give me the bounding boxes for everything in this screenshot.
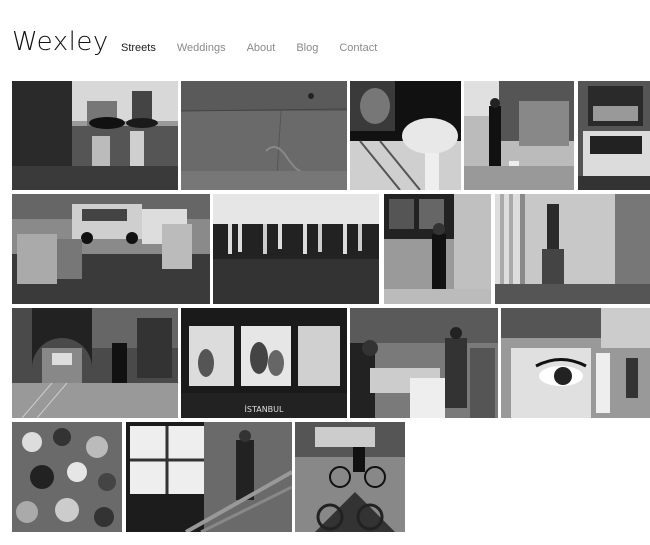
site-header: Wexley Streets Weddings About Blog Conta… [0,0,650,75]
site-logo[interactable]: Wexley [12,27,109,57]
photo-istanbul-tram[interactable]: İSTANBUL [181,308,347,418]
nav-blog[interactable]: Blog [296,42,318,54]
main-nav: Streets Weddings About Blog Contact [121,42,398,54]
nav-weddings[interactable]: Weddings [177,42,226,54]
photo-car-on-street[interactable] [578,81,650,190]
nav-contact[interactable]: Contact [339,42,377,54]
photo-crowd-above[interactable] [12,422,122,532]
photo-train-station[interactable] [12,308,178,418]
photo-eye-poster[interactable] [501,308,650,418]
nav-about[interactable]: About [247,42,276,54]
photo-concrete-wall[interactable] [181,81,347,190]
tram-caption: İSTANBUL [245,404,285,414]
photo-escalator-window[interactable] [126,422,292,532]
photo-dotted-umbrella[interactable] [350,81,461,190]
photo-cyclist-shadow[interactable] [295,422,405,532]
photo-dancers-legs[interactable] [213,194,379,304]
photo-street-vendor[interactable] [350,308,498,418]
photo-girl-at-window[interactable] [384,194,491,304]
photo-car-and-seated-men[interactable] [12,194,210,304]
photo-umbrella-walkers[interactable] [12,81,178,190]
photo-man-with-dog[interactable] [464,81,574,190]
nav-streets[interactable]: Streets [121,42,156,54]
photo-statue-and-columns[interactable] [495,194,650,304]
